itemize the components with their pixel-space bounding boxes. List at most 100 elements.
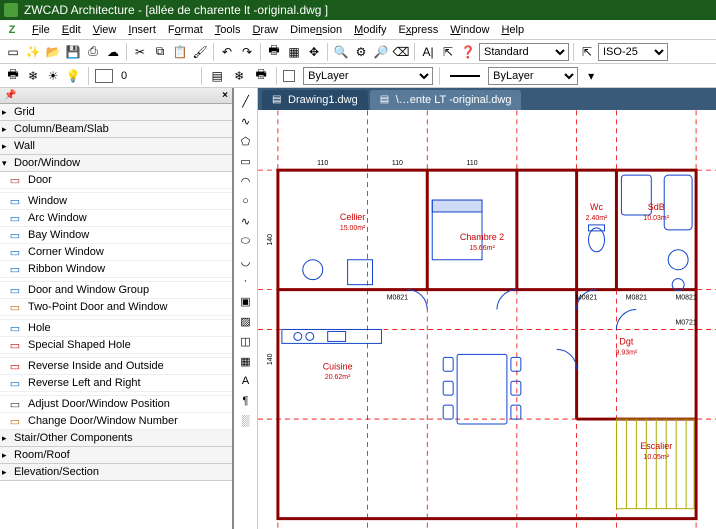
palette-group-wall[interactable]: ▸Wall bbox=[0, 138, 232, 155]
title-bar: ZWCAD Architecture - [allée de charente … bbox=[0, 0, 716, 20]
layer-freeze-icon[interactable]: ❄ bbox=[230, 67, 248, 85]
palette-group-column-beam-slab[interactable]: ▸Column/Beam/Slab bbox=[0, 121, 232, 138]
palette-item-hole[interactable]: ▭Hole bbox=[0, 320, 232, 337]
doc-tab[interactable]: ▤Drawing1.dwg bbox=[262, 90, 368, 110]
palette-group-elevation-section[interactable]: ▸Elevation/Section bbox=[0, 464, 232, 481]
block-icon[interactable]: ▣ bbox=[237, 292, 255, 310]
palette-item-cornerwin[interactable]: ▭Corner Window bbox=[0, 244, 232, 261]
dimstyle-icon[interactable]: ⇱ bbox=[439, 43, 457, 61]
menu-draw[interactable]: Draw bbox=[246, 22, 284, 38]
lprint-icon[interactable]: 🖶 bbox=[4, 67, 22, 85]
pattern-icon[interactable]: ░ bbox=[237, 412, 255, 430]
new-icon[interactable]: ▭ bbox=[4, 43, 22, 61]
table-icon[interactable]: ▦ bbox=[237, 352, 255, 370]
palette-group-room-roof[interactable]: ▸Room/Roof bbox=[0, 447, 232, 464]
dimstyle-icon[interactable]: ⇱ bbox=[578, 43, 596, 61]
plot-icon[interactable]: 🖶 bbox=[265, 43, 283, 61]
open-icon[interactable]: 📂 bbox=[44, 43, 62, 61]
overkill-icon[interactable]: ⌫ bbox=[392, 43, 410, 61]
font-icon[interactable]: A| bbox=[419, 43, 437, 61]
svg-text:M0821: M0821 bbox=[626, 295, 647, 302]
spline-icon[interactable]: ∿ bbox=[237, 212, 255, 230]
light-icon[interactable]: 💡 bbox=[64, 67, 82, 85]
palette-close-icon[interactable]: × bbox=[222, 90, 228, 101]
arc-icon[interactable]: ◠ bbox=[237, 172, 255, 190]
menu-tools[interactable]: Tools bbox=[209, 22, 247, 38]
doc-tab[interactable]: ▤\…ente LT -original.dwg bbox=[370, 90, 522, 110]
svg-text:SdB: SdB bbox=[648, 202, 665, 212]
qselect-icon[interactable]: ⚙ bbox=[352, 43, 370, 61]
sun-icon[interactable]: ☀ bbox=[44, 67, 62, 85]
search-icon[interactable]: 🔎 bbox=[372, 43, 390, 61]
layer-plot-icon[interactable]: 🖶 bbox=[252, 67, 270, 85]
lfreeze-icon[interactable]: ❄ bbox=[24, 67, 42, 85]
palette-group-grid[interactable]: ▸Grid bbox=[0, 104, 232, 121]
layer-states-icon[interactable]: ▤ bbox=[208, 67, 226, 85]
palette-item-door[interactable]: ▭Door bbox=[0, 172, 232, 189]
match-icon[interactable]: 🖌 bbox=[191, 43, 209, 61]
menu-dimension[interactable]: Dimension bbox=[284, 22, 348, 38]
revlr-icon: ▭ bbox=[6, 376, 24, 390]
polygon-icon[interactable]: ⬠ bbox=[237, 132, 255, 150]
palette-item-dwgroup[interactable]: ▭Door and Window Group bbox=[0, 282, 232, 299]
pline-icon[interactable]: ∿ bbox=[237, 112, 255, 130]
svg-text:Cellier: Cellier bbox=[340, 212, 365, 222]
app-menu-icon[interactable]: Z bbox=[4, 22, 20, 38]
pan-icon[interactable]: ✥ bbox=[305, 43, 323, 61]
drawing-canvas[interactable]: Cellier 15.00m² Chambre 2 15.66m² Wc 2.4… bbox=[258, 110, 716, 529]
color-swatch[interactable] bbox=[95, 69, 113, 83]
mtext-icon[interactable]: ¶ bbox=[237, 392, 255, 410]
paste-icon[interactable]: 📋 bbox=[171, 43, 189, 61]
ellipse-icon[interactable]: ⬭ bbox=[237, 232, 255, 250]
text-style-combo[interactable]: Standard bbox=[479, 43, 569, 61]
cloud-icon[interactable]: ☁ bbox=[104, 43, 122, 61]
palette-item-revio[interactable]: ▭Reverse Inside and Outside bbox=[0, 358, 232, 375]
earc-icon[interactable]: ◡ bbox=[237, 252, 255, 270]
line-icon[interactable]: ╱ bbox=[237, 92, 255, 110]
menu-edit[interactable]: Edit bbox=[56, 22, 87, 38]
menu-file[interactable]: File bbox=[26, 22, 56, 38]
undo-icon[interactable]: ↶ bbox=[218, 43, 236, 61]
menu-view[interactable]: View bbox=[87, 22, 123, 38]
palette-item-window[interactable]: ▭Window bbox=[0, 193, 232, 210]
menu-window[interactable]: Window bbox=[444, 22, 495, 38]
rect-icon[interactable]: ▭ bbox=[237, 152, 255, 170]
find-icon[interactable]: 🔍 bbox=[332, 43, 350, 61]
circle-icon[interactable]: ○ bbox=[237, 192, 255, 210]
palette-group-door-window[interactable]: ▾Door/Window bbox=[0, 155, 232, 172]
menu-modify[interactable]: Modify bbox=[348, 22, 392, 38]
palette-item-twopoint[interactable]: ▭Two-Point Door and Window bbox=[0, 299, 232, 316]
palette-item-revlr[interactable]: ▭Reverse Left and Right bbox=[0, 375, 232, 392]
palette-item-ribbonwin[interactable]: ▭Ribbon Window bbox=[0, 261, 232, 278]
save-icon[interactable]: 💾 bbox=[64, 43, 82, 61]
menu-express[interactable]: Express bbox=[393, 22, 445, 38]
menu-help[interactable]: Help bbox=[495, 22, 530, 38]
layout-icon[interactable]: ▦ bbox=[285, 43, 303, 61]
region-icon[interactable]: ◫ bbox=[237, 332, 255, 350]
wizard-icon[interactable]: ✨ bbox=[24, 43, 42, 61]
point-icon[interactable]: · bbox=[237, 272, 255, 290]
linetype-dropdown-icon[interactable]: ▾ bbox=[582, 67, 600, 85]
palette-item-adjust[interactable]: ▭Adjust Door/Window Position bbox=[0, 396, 232, 413]
dim-style-combo[interactable]: ISO-25 bbox=[598, 43, 668, 61]
palette-item-changenum[interactable]: ▭Change Door/Window Number bbox=[0, 413, 232, 430]
linetype-combo[interactable]: ByLayer bbox=[488, 67, 578, 85]
menu-format[interactable]: Format bbox=[162, 22, 209, 38]
changenum-icon: ▭ bbox=[6, 414, 24, 428]
palette-item-sshole[interactable]: ▭Special Shaped Hole bbox=[0, 337, 232, 354]
menu-insert[interactable]: Insert bbox=[122, 22, 162, 38]
palette-item-baywin[interactable]: ▭Bay Window bbox=[0, 227, 232, 244]
app-logo-icon bbox=[4, 3, 18, 17]
hatch-icon[interactable]: ▨ bbox=[237, 312, 255, 330]
layer-combo[interactable]: ByLayer bbox=[303, 67, 433, 85]
copy-icon[interactable]: ⧉ bbox=[151, 43, 169, 61]
redo-icon[interactable]: ↷ bbox=[238, 43, 256, 61]
pdf-icon[interactable]: ⎙ bbox=[84, 43, 102, 61]
palette-group-stair-other-components[interactable]: ▸Stair/Other Components bbox=[0, 430, 232, 447]
svg-text:M0721: M0721 bbox=[675, 319, 696, 326]
help-icon[interactable]: ❓ bbox=[459, 43, 477, 61]
text-icon[interactable]: A bbox=[237, 372, 255, 390]
cut-icon[interactable]: ✂ bbox=[131, 43, 149, 61]
palette-pin-icon[interactable]: 📌 bbox=[4, 90, 16, 101]
palette-item-arcwin[interactable]: ▭Arc Window bbox=[0, 210, 232, 227]
